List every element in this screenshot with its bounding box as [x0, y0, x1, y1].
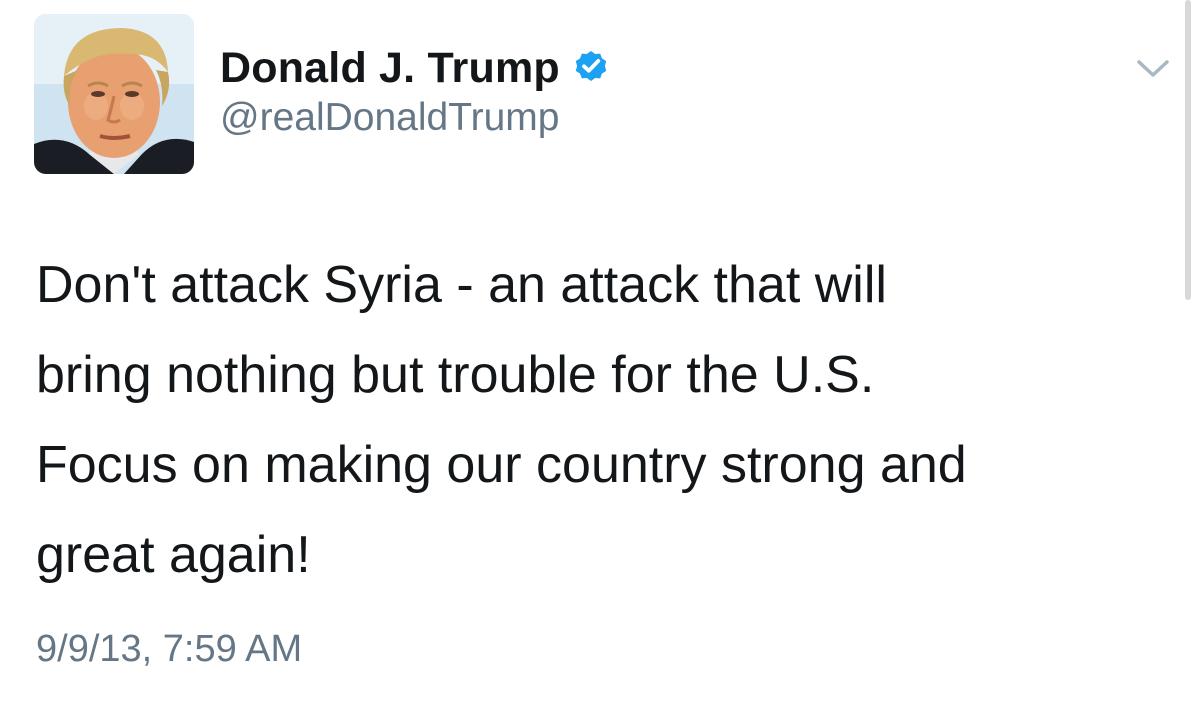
tweet-text: Don't attack Syria - an attack that will…	[36, 256, 967, 584]
tweet-timestamp[interactable]: 9/9/13, 7:59 AM	[36, 628, 302, 671]
chevron-down-icon[interactable]	[1133, 54, 1173, 84]
tweet-card: Donald J. Trump @realDonaldTrump Don't a…	[0, 0, 1200, 708]
display-name[interactable]: Donald J. Trump	[220, 44, 560, 93]
user-handle[interactable]: @realDonaldTrump	[220, 96, 559, 140]
scrollbar[interactable]	[1185, 0, 1191, 300]
avatar[interactable]	[34, 14, 194, 174]
verified-badge-icon	[572, 47, 610, 85]
avatar-image	[34, 14, 194, 174]
author-row: Donald J. Trump	[220, 40, 610, 96]
